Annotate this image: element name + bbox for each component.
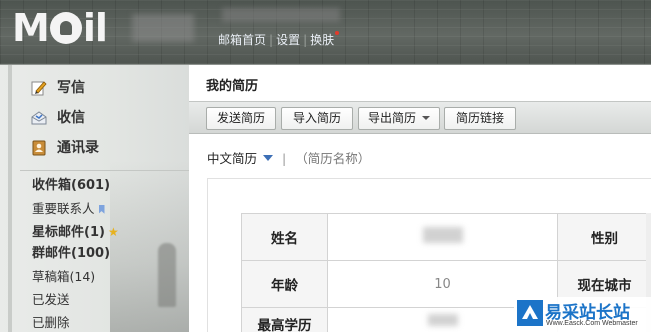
folder-label: 已发送 [32,291,70,307]
resume-language-select[interactable]: 中文简历 [207,151,257,166]
export-resume-label: 导出简历 [367,111,416,125]
resume-name-field[interactable]: （简历名称） [295,151,370,166]
send-resume-button[interactable]: 发送简历 [206,107,276,130]
main-panel: 我的简历 发送简历 导入简历 导出简历 简历链接 中文简历 | （简历名称） 姓名 … [189,64,651,332]
folder-label: 草稿箱(14) [32,269,96,285]
inbox-receive-icon [31,111,47,125]
compose-button[interactable]: 写信 [0,73,189,103]
folder-starred[interactable]: 星标邮件(1) ★ [0,221,189,244]
compose-icon [31,81,47,96]
dropdown-arrow-icon[interactable] [263,155,274,161]
resume-toolbar: 发送简历 导入简历 导出简历 简历链接 [189,101,651,134]
nav-mail-home-link[interactable]: 邮箱首页 [218,33,266,47]
nav-settings-link[interactable]: 设置 [276,33,300,47]
resume-selector-bar: 中文简历 | （简历名称） [207,151,370,167]
name-label: 姓名 [241,213,328,261]
table-row: 姓名 性别 [241,213,651,261]
selector-separator: | [282,151,287,166]
sidebar: 写信 收信 通讯录 收件箱(601) 重要联系人 星标邮件(1) ★ 群邮件(10… [0,64,189,332]
nav-separator: | [269,33,274,47]
folder-important-contacts[interactable]: 重要联系人 [0,198,189,221]
chevron-down-icon [422,116,430,120]
sidebar-divider [20,170,189,171]
export-resume-dropdown[interactable]: 导出简历 [358,107,440,130]
star-icon: ★ [107,224,119,239]
folder-label: 收件箱(601) [32,178,111,193]
contacts-icon [32,140,46,156]
folder-inbox[interactable]: 收件箱(601) [0,175,189,198]
folder-drafts[interactable]: 草稿箱(14) [0,266,189,289]
sidebar-actions: 写信 收信 通讯录 [0,73,189,163]
top-nav: 邮箱首页 | 设置 | 换肤 [218,31,340,47]
site-watermark: 易采站长站 Www.Easck.Com Webmaster [514,297,651,332]
receive-mail-button[interactable]: 收信 [0,103,189,133]
watermark-logo-icon [517,300,543,326]
name-value[interactable] [327,213,558,261]
folder-label: 群邮件(100) [32,246,111,262]
bookmark-icon [98,204,105,214]
mail-logo[interactable]: Mil [12,8,108,48]
folder-sent[interactable]: 已发送 [0,289,189,312]
blurred-education [427,314,458,326]
notification-dot-icon [335,31,340,35]
import-resume-button[interactable]: 导入简历 [281,107,353,130]
folder-label: 已删除 [32,314,70,330]
folder-deleted[interactable]: 已删除 [0,312,189,332]
logo-bell-icon [49,12,82,44]
receive-mail-label: 收信 [57,110,85,126]
blurred-email-address [222,8,340,22]
blurred-username [132,14,194,42]
education-label: 最高学历 [241,307,328,332]
contacts-button[interactable]: 通讯录 [0,133,189,163]
folder-label: 重要联系人 [32,200,95,216]
compose-label: 写信 [57,80,85,96]
folder-group-mail[interactable]: 群邮件(100) [0,243,189,266]
watermark-subtitle: Www.Easck.Com Webmaster [546,320,638,327]
top-header: Mil 邮箱首页 | 设置 | 换肤 [0,0,651,64]
age-label: 年龄 [241,260,328,308]
folder-list: 收件箱(601) 重要联系人 星标邮件(1) ★ 群邮件(100) 草稿箱(14)… [0,175,189,332]
gender-label: 性别 [557,213,651,261]
page-title: 我的简历 [206,79,259,94]
nav-separator: | [303,33,308,47]
folder-label: 星标邮件(1) [32,224,105,240]
blurred-name [422,227,463,243]
contacts-label: 通讯录 [57,140,99,156]
nav-skin-link[interactable]: 换肤 [310,33,334,47]
resume-link-button[interactable]: 简历链接 [444,107,516,130]
